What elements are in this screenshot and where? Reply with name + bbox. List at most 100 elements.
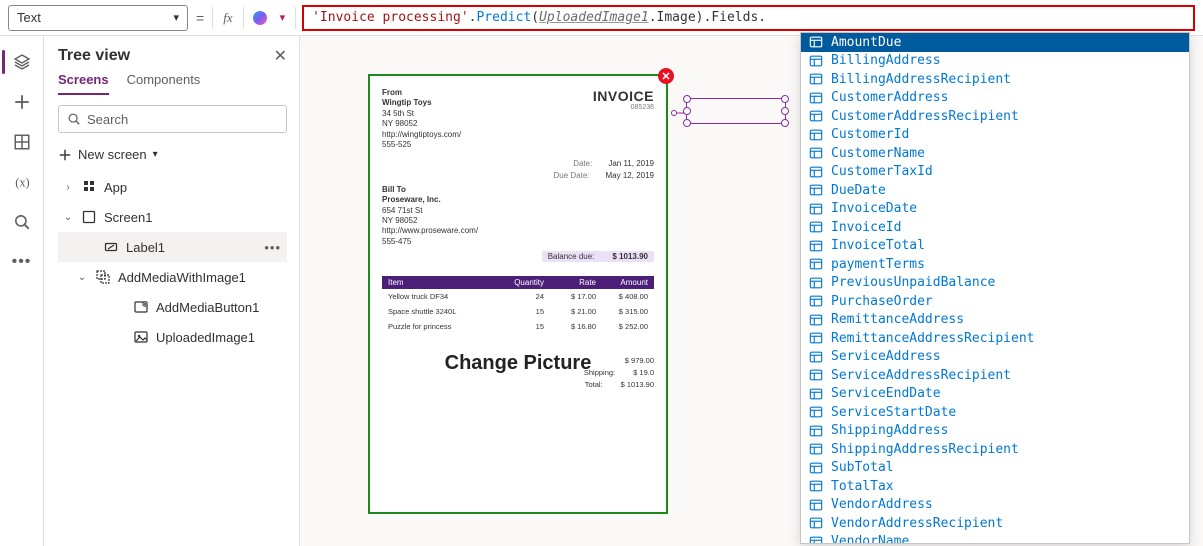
new-screen-button[interactable]: New screen ▾ bbox=[58, 143, 287, 172]
tree-node-label: Label1 bbox=[126, 240, 165, 255]
divider bbox=[243, 7, 244, 29]
remove-image-button[interactable]: ✕ bbox=[658, 68, 674, 84]
formula-input[interactable]: 'Invoice processing' . Predict ( Uploade… bbox=[302, 5, 1195, 31]
cell-amount: $ 252.00 bbox=[596, 322, 648, 331]
autocomplete-item[interactable]: paymentTerms bbox=[801, 255, 1189, 274]
formula-token-rparen: ) bbox=[696, 10, 704, 25]
formula-bar: Text ▾ = fx ▾ 'Invoice processing' . Pre… bbox=[0, 0, 1203, 36]
left-rail: ••• bbox=[0, 36, 44, 546]
copilot-chevron-down-icon[interactable]: ▾ bbox=[276, 11, 290, 24]
rail-more[interactable]: ••• bbox=[4, 244, 40, 280]
autocomplete-item-label: ServiceStartDate bbox=[831, 405, 956, 420]
cell-item: Yellow truck DF34 bbox=[388, 292, 492, 301]
invoice-due-value: May 12, 2019 bbox=[606, 170, 654, 181]
invoice-due-label: Due Date: bbox=[553, 170, 589, 181]
rail-data[interactable] bbox=[4, 124, 40, 160]
tree-node-app[interactable]: › App bbox=[58, 172, 287, 202]
search-icon bbox=[13, 213, 31, 231]
autocomplete-item[interactable]: ServiceStartDate bbox=[801, 403, 1189, 422]
uploaded-image-preview[interactable]: ✕ From Wingtip Toys 34 5th St NY 98052 h… bbox=[368, 74, 668, 514]
autocomplete-item[interactable]: CustomerTaxId bbox=[801, 163, 1189, 182]
field-icon bbox=[809, 313, 823, 327]
autocomplete-item[interactable]: ShippingAddressRecipient bbox=[801, 440, 1189, 459]
invoice-billto-addr1: 654 71st St bbox=[382, 206, 422, 215]
field-icon bbox=[809, 72, 823, 86]
autocomplete-item[interactable]: AmountDue bbox=[801, 33, 1189, 52]
autocomplete-item[interactable]: VendorAddressRecipient bbox=[801, 514, 1189, 533]
autocomplete-item[interactable]: ServiceEndDate bbox=[801, 385, 1189, 404]
property-selector[interactable]: Text ▾ bbox=[8, 5, 188, 31]
group-icon bbox=[94, 268, 112, 286]
autocomplete-item[interactable]: InvoiceDate bbox=[801, 200, 1189, 219]
tree-node-addmediabutton1[interactable]: AddMediaButton1 bbox=[58, 292, 287, 322]
tab-components[interactable]: Components bbox=[127, 72, 201, 95]
formula-autocomplete-dropdown[interactable]: AmountDueBillingAddressBillingAddressRec… bbox=[800, 32, 1190, 544]
copilot-button[interactable] bbox=[250, 8, 270, 28]
invoice-billto-name: Proseware, Inc. bbox=[382, 195, 441, 204]
field-icon bbox=[809, 257, 823, 271]
tree-node-label1[interactable]: Label1 ••• bbox=[58, 232, 287, 262]
resize-handle[interactable] bbox=[683, 119, 691, 127]
autocomplete-item[interactable]: CustomerAddress bbox=[801, 89, 1189, 108]
resize-handle[interactable] bbox=[781, 95, 789, 103]
autocomplete-item[interactable]: VendorAddress bbox=[801, 496, 1189, 515]
autocomplete-item[interactable]: DueDate bbox=[801, 181, 1189, 200]
close-icon: ✕ bbox=[274, 48, 287, 65]
autocomplete-item[interactable]: SubTotal bbox=[801, 459, 1189, 478]
selected-label-control[interactable] bbox=[686, 98, 786, 124]
chevron-down-icon: ▾ bbox=[153, 149, 158, 160]
autocomplete-item[interactable]: RemittanceAddressRecipient bbox=[801, 329, 1189, 348]
autocomplete-item[interactable]: PreviousUnpaidBalance bbox=[801, 274, 1189, 293]
resize-handle[interactable] bbox=[781, 119, 789, 127]
resize-handle[interactable] bbox=[683, 107, 691, 115]
total-value: $ 19.0 bbox=[633, 367, 654, 379]
field-icon bbox=[809, 146, 823, 160]
rail-insert[interactable] bbox=[4, 84, 40, 120]
search-icon bbox=[67, 112, 81, 126]
rail-search[interactable] bbox=[4, 204, 40, 240]
invoice-table: Item Quantity Rate Amount Yellow truck D… bbox=[382, 276, 654, 334]
plus-icon bbox=[58, 148, 72, 162]
autocomplete-item[interactable]: BillingAddressRecipient bbox=[801, 70, 1189, 89]
tree-node-uploadedimage1[interactable]: UploadedImage1 bbox=[58, 322, 287, 352]
tree-node-screen1[interactable]: ⌄ Screen1 bbox=[58, 202, 287, 232]
autocomplete-item[interactable]: RemittanceAddress bbox=[801, 311, 1189, 330]
autocomplete-item[interactable]: CustomerId bbox=[801, 126, 1189, 145]
formula-token-variable: UploadedImage1 bbox=[539, 10, 649, 25]
invoice-from-block: From Wingtip Toys 34 5th St NY 98052 htt… bbox=[382, 88, 461, 150]
invoice-from-url: http://wingtiptoys.com/ bbox=[382, 130, 461, 139]
formula-token-suffix: Fields bbox=[711, 10, 758, 25]
tree-node-addmedia[interactable]: ⌄ AddMediaWithImage1 bbox=[58, 262, 287, 292]
screen-icon bbox=[80, 208, 98, 226]
autocomplete-item[interactable]: ServiceAddress bbox=[801, 348, 1189, 367]
tab-screens[interactable]: Screens bbox=[58, 72, 109, 95]
rail-tree-view[interactable] bbox=[4, 44, 40, 80]
autocomplete-item-label: CustomerAddress bbox=[831, 90, 948, 105]
autocomplete-item[interactable]: ShippingAddress bbox=[801, 422, 1189, 441]
autocomplete-item[interactable]: CustomerName bbox=[801, 144, 1189, 163]
autocomplete-item-label: InvoiceId bbox=[831, 220, 901, 235]
tree-search-input[interactable]: Search bbox=[58, 105, 287, 133]
resize-handle[interactable] bbox=[683, 95, 691, 103]
autocomplete-item[interactable]: CustomerAddressRecipient bbox=[801, 107, 1189, 126]
tree-node-label: UploadedImage1 bbox=[156, 330, 255, 345]
tree-close-button[interactable]: ✕ bbox=[274, 46, 287, 66]
invoice-from-addr1: 34 5th St bbox=[382, 109, 414, 118]
divider bbox=[212, 7, 213, 29]
new-screen-label: New screen bbox=[78, 147, 147, 162]
invoice-from-label: From bbox=[382, 88, 402, 97]
autocomplete-item[interactable]: ServiceAddressRecipient bbox=[801, 366, 1189, 385]
field-icon bbox=[809, 220, 823, 234]
invoice-billto-addr2: NY 98052 bbox=[382, 216, 417, 225]
resize-handle[interactable] bbox=[781, 107, 789, 115]
autocomplete-item[interactable]: InvoiceTotal bbox=[801, 237, 1189, 256]
th-item: Item bbox=[388, 278, 492, 287]
autocomplete-item[interactable]: BillingAddress bbox=[801, 52, 1189, 71]
chevron-down-icon: ⌄ bbox=[62, 212, 74, 223]
tree-node-more-button[interactable]: ••• bbox=[264, 240, 287, 255]
autocomplete-item[interactable]: VendorName bbox=[801, 533, 1189, 545]
autocomplete-item[interactable]: PurchaseOrder bbox=[801, 292, 1189, 311]
autocomplete-item[interactable]: InvoiceId bbox=[801, 218, 1189, 237]
rail-variables[interactable] bbox=[4, 164, 40, 200]
autocomplete-item[interactable]: TotalTax bbox=[801, 477, 1189, 496]
